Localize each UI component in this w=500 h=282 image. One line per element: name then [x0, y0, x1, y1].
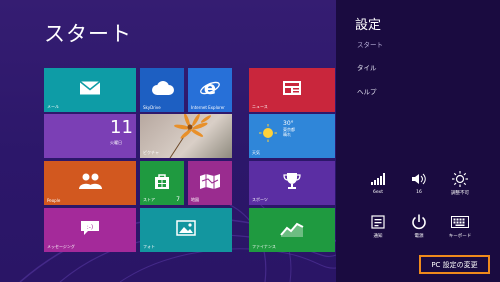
start-title: スタート [44, 22, 132, 46]
messaging-icon: :-) [81, 220, 99, 235]
volume-label: 16 [416, 190, 422, 195]
people-tile-label: People [47, 198, 61, 203]
store-tile-label: ストア [143, 197, 155, 202]
pictures-tile-label: ピクチャ [143, 150, 159, 155]
calendar-day: 11 [110, 117, 133, 138]
calendar-weekday: 火曜日 [110, 140, 122, 145]
maps-tile[interactable]: 地図 [188, 161, 232, 205]
internet-explorer-tile[interactable]: e Internet Explorer [188, 68, 232, 112]
news-tile[interactable]: ニュース [249, 68, 335, 112]
notifications-label: 通知 [373, 234, 383, 239]
skydrive-tile-label: SkyDrive [143, 105, 161, 110]
mail-tile-label: メール [47, 104, 59, 109]
power-label: 電源 [414, 234, 424, 239]
mail-tile[interactable]: メール [44, 68, 136, 112]
brightness-icon [452, 171, 468, 187]
finance-tile[interactable]: ファイナンス [249, 208, 335, 252]
weather-temperature: 30° [283, 120, 294, 127]
news-tile-label: ニュース [252, 104, 268, 109]
notifications-button[interactable]: 通知 [358, 213, 398, 239]
keyboard-icon [451, 216, 469, 228]
svg-text:e: e [204, 78, 216, 98]
calendar-tile[interactable]: 11 火曜日 [44, 114, 136, 158]
settings-link-tiles[interactable]: タイル [357, 62, 377, 72]
change-pc-settings-link[interactable]: PC 設定の変更 [419, 255, 490, 274]
maps-tile-label: 地図 [191, 197, 199, 202]
photos-tile-label: フォト [143, 244, 155, 249]
finance-chart-icon [280, 222, 304, 237]
brightness-button[interactable]: 調整不可 [440, 170, 480, 196]
settings-link-help[interactable]: ヘルプ [357, 86, 377, 96]
news-icon [283, 80, 301, 95]
store-bag-icon [155, 174, 169, 189]
messaging-tile-label: メッセージング [47, 244, 75, 249]
people-icon [79, 173, 102, 189]
mail-icon [79, 80, 101, 95]
settings-link-start[interactable]: スタート [357, 39, 383, 49]
weather-tile[interactable]: 30° 東京都 晴れ 天気 [249, 114, 335, 158]
weather-tile-label: 天気 [252, 150, 260, 155]
internet-explorer-icon: e [200, 78, 220, 98]
skydrive-tile[interactable]: SkyDrive [140, 68, 184, 112]
people-tile[interactable]: People [44, 161, 136, 205]
sports-tile-label: スポーツ [252, 197, 268, 202]
trophy-icon [283, 172, 301, 189]
svg-text::-): :-) [87, 224, 94, 231]
network-label: 6ext [373, 190, 383, 195]
power-icon [412, 214, 426, 230]
photos-icon [176, 220, 196, 236]
sun-icon [259, 124, 277, 142]
volume-icon [412, 173, 426, 185]
map-icon [200, 173, 220, 189]
weather-condition: 晴れ [283, 132, 291, 137]
photos-tile[interactable]: フォト [140, 208, 232, 252]
sports-tile[interactable]: スポーツ [249, 161, 335, 205]
start-screen: スタート メール SkyDrive e Internet Explorer ニュ… [0, 0, 336, 282]
signal-icon [371, 173, 385, 185]
keyboard-label: キーボード [448, 234, 472, 239]
power-button[interactable]: 電源 [399, 213, 439, 239]
pictures-tile[interactable]: ピクチャ [140, 114, 232, 158]
keyboard-button[interactable]: キーボード [440, 213, 480, 239]
brightness-label: 調整不可 [451, 191, 469, 196]
finance-tile-label: ファイナンス [252, 244, 276, 249]
notifications-icon [371, 215, 385, 229]
store-badge: 7 [176, 196, 180, 203]
network-button[interactable]: 6ext [358, 170, 398, 195]
messaging-tile[interactable]: :-) メッセージング [44, 208, 136, 252]
settings-title: 設定 [355, 18, 382, 33]
store-tile[interactable]: ストア 7 [140, 161, 184, 205]
internet-explorer-tile-label: Internet Explorer [191, 105, 225, 110]
cloud-icon [152, 80, 174, 95]
volume-button[interactable]: 16 [399, 170, 439, 195]
